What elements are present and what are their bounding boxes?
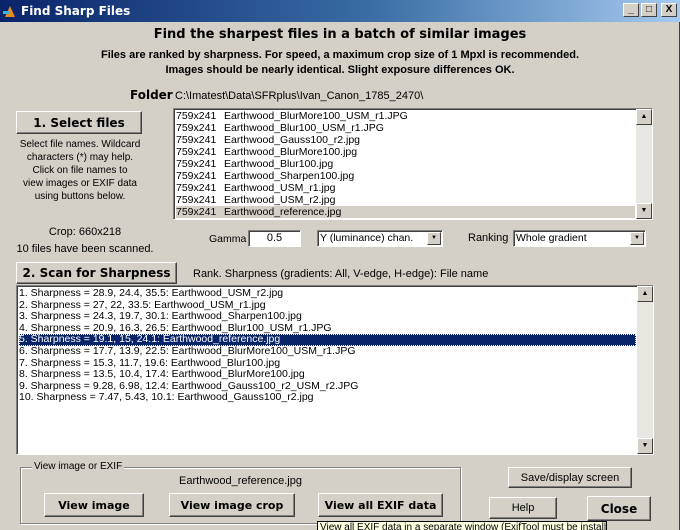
window-title: Find Sharp Files [21, 4, 131, 18]
folder-path: C:\Imatest\Data\SFRplus\Ivan_Canon_1785_… [175, 90, 424, 102]
help-line: Click on file names to [32, 165, 128, 176]
result-row[interactable]: 8. Sharpness = 13.5, 10.4, 17.4: Earthwo… [19, 369, 636, 381]
file-dimensions: 759x241 [176, 146, 217, 158]
results-list[interactable]: 1. Sharpness = 28.9, 24.4, 35.5: Earthwo… [16, 285, 654, 455]
file-dimensions: 759x241 [176, 122, 217, 134]
file-name: Earthwood_Blur100.jpg [224, 158, 334, 170]
file-name: Earthwood_USM_r2.jpg [224, 194, 336, 206]
file-dimensions: 759x241 [176, 194, 217, 206]
page-title: Find the sharpest files in a batch of si… [153, 27, 527, 42]
help-line: using buttons below. [34, 191, 126, 202]
file-list-item[interactable]: 759x241 Earthwood_Gauss100_r2.jpg [176, 134, 635, 146]
file-name: Earthwood_Sharpen100.jpg [224, 170, 355, 182]
save-display-screen-button[interactable]: Save/display screen [508, 467, 632, 488]
help-button[interactable]: Help [489, 497, 557, 519]
file-list-item[interactable]: 759x241 Earthwood_USM_r1.jpg [176, 182, 635, 194]
file-list[interactable]: 759x241 Earthwood_BlurMore100_USM_r1.JPG 7… [173, 108, 653, 220]
scroll-down-arrow-icon[interactable]: ▼ [636, 203, 652, 219]
maximize-button[interactable]: □ [641, 3, 657, 17]
scan-sharpness-button[interactable]: 2. Scan for Sharpness [16, 262, 177, 284]
view-exif-button[interactable]: View all EXIF data [318, 493, 443, 517]
file-list-item[interactable]: 759x241 Earthwood_Blur100_USM_r1.JPG [176, 122, 635, 134]
view-image-button[interactable]: View image [44, 493, 144, 517]
ranking-select[interactable]: Whole gradient ▼ [513, 230, 646, 247]
file-dimensions: 759x241 [176, 182, 217, 194]
title-bar[interactable]: Find Sharp Files _ □ X [0, 0, 680, 22]
matlab-icon [3, 4, 17, 18]
view-group-title: View image or EXIF [32, 461, 125, 472]
scan-status: 10 files have been scanned. [16, 243, 154, 255]
crop-size: Crop: 660x218 [48, 226, 122, 238]
file-list-item[interactable]: 759x241 Earthwood_USM_r2.jpg [176, 194, 635, 206]
gamma-input[interactable]: 0.5 [248, 230, 301, 247]
file-name: Earthwood_USM_r1.jpg [224, 182, 336, 194]
file-dimensions: 759x241 [176, 134, 217, 146]
result-row[interactable]: 6. Sharpness = 17.7, 13.9, 22.5: Earthwo… [19, 345, 636, 358]
file-name: Earthwood_BlurMore100_USM_r1.JPG [224, 110, 408, 122]
result-row[interactable]: 1. Sharpness = 28.9, 24.4, 35.5: Earthwo… [19, 287, 636, 300]
minimize-button[interactable]: _ [623, 3, 639, 17]
channel-select[interactable]: Y (luminance) chan. ▼ [317, 230, 443, 247]
chevron-down-icon[interactable]: ▼ [630, 232, 644, 245]
close-button[interactable]: Close [587, 496, 651, 521]
results-scrollbar[interactable]: ▲ ▼ [637, 286, 653, 454]
description-line-2: Images should be nearly identical. Sligh… [165, 64, 515, 76]
file-dimensions: 759x241 [176, 206, 217, 218]
result-row[interactable]: 10. Sharpness = 7.47, 5.43, 10.1: Earthw… [19, 392, 636, 404]
file-list-item[interactable]: 759x241 Earthwood_Blur100.jpg [176, 158, 635, 170]
ranking-select-value: Whole gradient [516, 232, 587, 244]
help-line: characters (*) may help. [26, 152, 134, 163]
description-line-1: Files are ranked by sharpness. For speed… [100, 49, 580, 61]
ranking-label: Ranking [468, 232, 509, 244]
file-list-item[interactable]: 759x241 Earthwood_Sharpen100.jpg [176, 170, 635, 182]
tooltip: View all EXIF data in a separate window … [317, 521, 607, 530]
scroll-up-arrow-icon[interactable]: ▲ [637, 286, 653, 302]
selected-file-name: Earthwood_reference.jpg [179, 475, 302, 487]
close-window-button[interactable]: X [661, 3, 677, 17]
file-dimensions: 759x241 [176, 218, 224, 219]
file-list-item[interactable]: 759x241Earthwood_Gauss100_r2_USM_r2.JPG [176, 218, 635, 219]
file-list-scrollbar[interactable]: ▲ ▼ [636, 109, 652, 219]
gamma-label: Gamma [209, 233, 247, 245]
scroll-down-arrow-icon[interactable]: ▼ [637, 438, 653, 454]
select-files-button[interactable]: 1. Select files [16, 111, 142, 134]
file-list-item[interactable]: 759x241 Earthwood_reference.jpg [176, 206, 635, 218]
view-image-crop-button[interactable]: View image crop [169, 493, 295, 517]
file-list-item[interactable]: 759x241 Earthwood_BlurMore100_USM_r1.JPG [176, 110, 635, 122]
scroll-up-arrow-icon[interactable]: ▲ [636, 109, 652, 125]
file-dimensions: 759x241 [176, 110, 217, 122]
help-line: view images or EXIF data [23, 178, 137, 189]
file-dimensions: 759x241 [176, 170, 217, 182]
file-name: Earthwood_Gauss100_r2_USM_r2.JPG [224, 218, 411, 219]
chevron-down-icon[interactable]: ▼ [427, 232, 441, 245]
file-list-item[interactable]: 759x241 Earthwood_BlurMore100.jpg [176, 146, 635, 158]
folder-label: Folder [130, 88, 173, 102]
file-name: Earthwood_reference.jpg [224, 206, 342, 218]
window-controls: _ □ X [623, 3, 677, 17]
file-name: Earthwood_Gauss100_r2.jpg [224, 134, 361, 146]
select-files-help: Select file names. Wildcard characters (… [10, 138, 150, 203]
help-line: Select file names. Wildcard [19, 139, 141, 150]
file-dimensions: 759x241 [176, 158, 217, 170]
channel-select-value: Y (luminance) chan. [320, 232, 414, 244]
file-name: Earthwood_BlurMore100.jpg [224, 146, 358, 158]
file-name: Earthwood_Blur100_USM_r1.JPG [224, 122, 384, 134]
results-header: Rank. Sharpness (gradients: All, V-edge,… [193, 268, 489, 280]
